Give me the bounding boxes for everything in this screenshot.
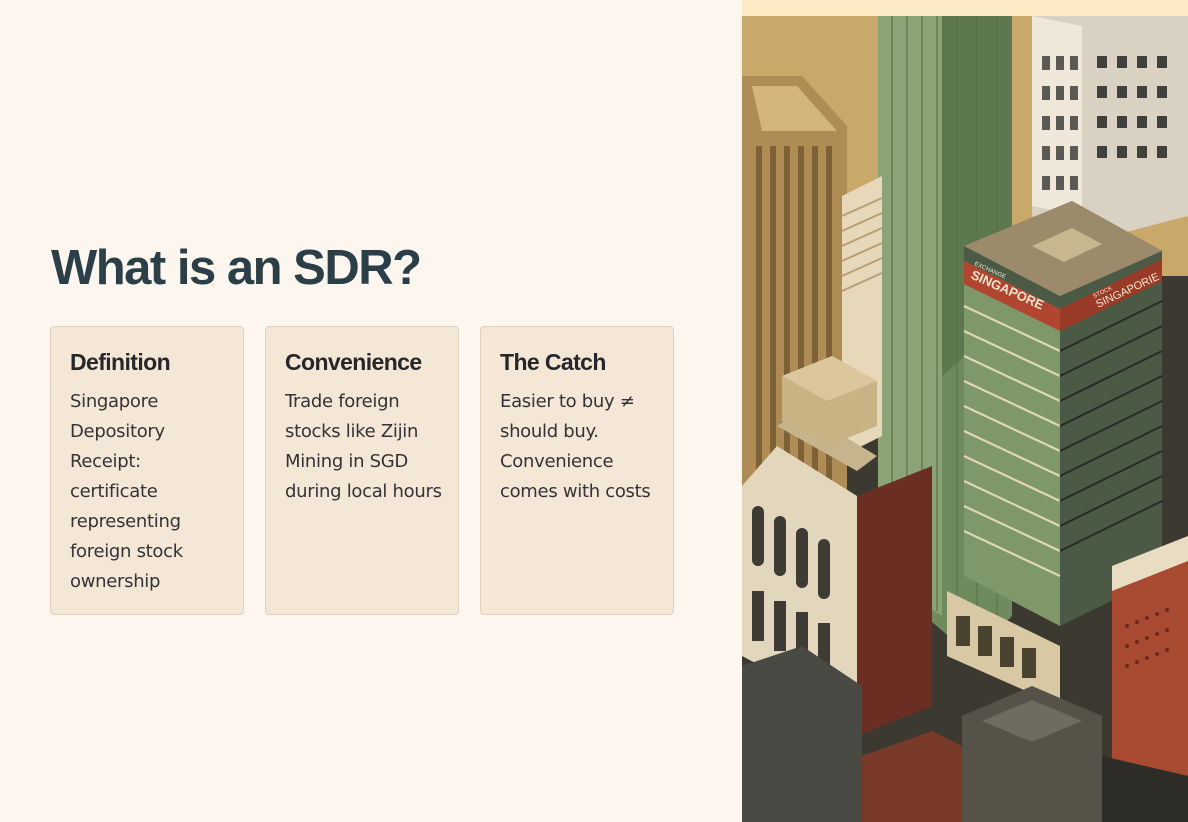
card-body: Singapore Depository Receipt: certificat… <box>70 391 183 592</box>
card-heading: Convenience <box>285 349 422 375</box>
card-definition: Definition Singapore Depository Receipt:… <box>50 326 244 615</box>
card-body: Trade foreign stocks like Zijin Mining i… <box>285 391 442 502</box>
card-the-catch: The Catch Easier to buy ≠ should buy. Co… <box>480 326 674 615</box>
content-panel: What is an SDR? Definition Singapore Dep… <box>0 0 742 822</box>
card-body: Easier to buy ≠ should buy. Convenience … <box>500 391 651 502</box>
card-heading: Definition <box>70 349 171 375</box>
card-heading: The Catch <box>500 349 606 375</box>
card-convenience: Convenience Trade foreign stocks like Zi… <box>265 326 459 615</box>
slide-title: What is an SDR? <box>51 241 422 295</box>
skyline-illustration: SINGAPORE EXCHANGE SINGAPORIE STOCK <box>742 16 1188 822</box>
city-illustration: SINGAPORE EXCHANGE SINGAPORIE STOCK <box>742 0 1188 822</box>
